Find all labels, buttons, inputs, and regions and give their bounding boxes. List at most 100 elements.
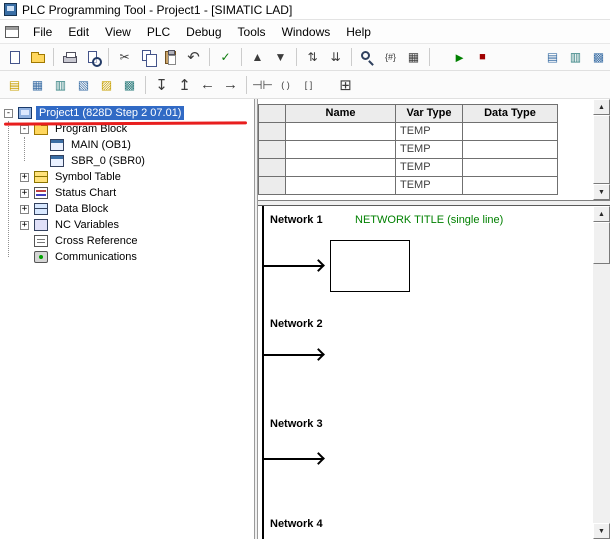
compile-icon[interactable]: ✓ — [214, 46, 237, 68]
cut-icon[interactable]: ✂ — [113, 46, 136, 68]
navigate-down-icon[interactable]: ↧ — [150, 74, 173, 96]
navigate-up-icon[interactable]: ↥ — [173, 74, 196, 96]
symbol-table-icon[interactable]: ▦ — [26, 74, 49, 96]
paste-icon[interactable] — [159, 46, 182, 68]
menu-debug[interactable]: Debug — [178, 22, 229, 42]
fbd-view-icon[interactable]: ▩ — [587, 46, 610, 68]
menu-tools[interactable]: Tools — [230, 22, 274, 42]
system-block-icon[interactable]: ▨ — [95, 74, 118, 96]
stl-view-icon[interactable]: ▥ — [564, 46, 587, 68]
print-glyph — [63, 56, 77, 63]
row-header-cell[interactable] — [259, 123, 286, 141]
mdi-child-icon[interactable] — [5, 26, 19, 38]
row-header-cell[interactable] — [259, 177, 286, 195]
sort-descending-icon[interactable]: ⇊ — [324, 46, 347, 68]
ladder-canvas[interactable]: Network 1 NETWORK TITLE (single line) Ne… — [258, 206, 593, 539]
copy-icon[interactable] — [136, 46, 159, 68]
menu-plc[interactable]: PLC — [139, 22, 178, 42]
address-table-icon[interactable]: ▦ — [402, 46, 425, 68]
constants-icon[interactable]: {#} — [379, 46, 402, 68]
name-cell[interactable] — [286, 141, 396, 159]
grid-icon[interactable]: ⊞ — [334, 74, 357, 96]
scrollbar-thumb[interactable] — [593, 115, 610, 184]
data-type-cell[interactable] — [463, 123, 558, 141]
ladder-scrollbar[interactable]: ▲ ▼ — [593, 206, 610, 539]
name-cell[interactable] — [286, 159, 396, 177]
run-icon[interactable]: ► — [448, 46, 471, 68]
menu-help[interactable]: Help — [338, 22, 379, 42]
expand-icon[interactable]: + — [20, 205, 29, 214]
upload-icon[interactable]: ▲ — [246, 46, 269, 68]
scroll-up-icon[interactable]: ▲ — [593, 99, 610, 115]
navigate-right-icon[interactable]: → — [219, 74, 242, 96]
menu-file[interactable]: File — [25, 22, 60, 42]
var-type-cell[interactable]: TEMP — [396, 177, 463, 195]
expand-icon[interactable]: + — [20, 189, 29, 198]
var-type-cell[interactable]: TEMP — [396, 141, 463, 159]
menu-view[interactable]: View — [97, 22, 139, 42]
row-header-cell[interactable] — [259, 159, 286, 177]
menu-bar: File Edit View PLC Debug Tools Windows H… — [0, 20, 610, 44]
scrollbar-thumb[interactable] — [593, 222, 610, 264]
tree-item-project1[interactable]: - Project1 (828D Step 2 07.01) — [0, 105, 254, 121]
sort-ascending-icon[interactable]: ⇅ — [301, 46, 324, 68]
download-icon[interactable]: ▼ — [269, 46, 292, 68]
data-type-cell[interactable] — [463, 141, 558, 159]
undo-icon[interactable]: ↶ — [182, 46, 205, 68]
app-icon[interactable] — [4, 3, 17, 16]
scrollbar-track[interactable] — [593, 264, 610, 523]
data-type-cell[interactable] — [463, 159, 558, 177]
scroll-down-icon[interactable]: ▼ — [593, 523, 610, 539]
print-icon[interactable] — [58, 46, 81, 68]
tree-item-communications[interactable]: Communications — [0, 249, 254, 265]
project-tree-panel: - Project1 (828D Step 2 07.01) - Program… — [0, 99, 254, 539]
network-4-label[interactable]: Network 4 — [270, 518, 323, 530]
tree-item-data-block[interactable]: + Data Block — [0, 201, 254, 217]
ladder-cursor-box[interactable] — [330, 240, 410, 292]
navigate-left-icon[interactable]: ← — [196, 74, 219, 96]
contact-icon[interactable]: ⊣⊢ — [251, 74, 274, 96]
network-2-label[interactable]: Network 2 — [270, 318, 323, 330]
program-block-icon[interactable]: ▤ — [3, 74, 26, 96]
data-block-icon[interactable]: ▧ — [72, 74, 95, 96]
status-chart-icon[interactable]: ▥ — [49, 74, 72, 96]
print-preview-icon[interactable] — [81, 46, 104, 68]
tree-item-status-chart[interactable]: + Status Chart — [0, 185, 254, 201]
network-1-label[interactable]: Network 1 — [270, 214, 323, 226]
cross-reference-icon — [34, 235, 48, 247]
row-header-cell[interactable] — [259, 141, 286, 159]
var-type-cell[interactable]: TEMP — [396, 123, 463, 141]
tree-item-nc-variables[interactable]: + NC Variables — [0, 217, 254, 233]
tree-item-main-ob1[interactable]: MAIN (OB1) — [0, 137, 254, 153]
var-type-cell[interactable]: TEMP — [396, 159, 463, 177]
scroll-down-icon[interactable]: ▼ — [593, 184, 610, 200]
name-cell[interactable] — [286, 123, 396, 141]
open-file-icon[interactable] — [26, 46, 49, 68]
tree-item-symbol-table[interactable]: + Symbol Table — [0, 169, 254, 185]
network-1-title[interactable]: NETWORK TITLE (single line) — [355, 214, 503, 226]
new-file-icon[interactable] — [3, 46, 26, 68]
cross-reference-icon[interactable]: ▩ — [118, 74, 141, 96]
function-box-icon[interactable]: [ ] — [297, 74, 320, 96]
app-window: PLC Programming Tool - Project1 - [SIMAT… — [0, 0, 610, 539]
scroll-up-icon[interactable]: ▲ — [593, 206, 610, 222]
find-icon[interactable] — [356, 46, 379, 68]
coil-icon[interactable]: ( ) — [274, 74, 297, 96]
stop-icon[interactable]: ■ — [471, 46, 494, 68]
expand-icon[interactable]: + — [20, 173, 29, 182]
tree-item-cross-reference[interactable]: Cross Reference — [0, 233, 254, 249]
menu-edit[interactable]: Edit — [60, 22, 97, 42]
table-row: TEMP — [259, 177, 558, 195]
network-3-label[interactable]: Network 3 — [270, 418, 323, 430]
table-scrollbar[interactable]: ▲ ▼ — [593, 99, 610, 200]
ladder-view-icon[interactable]: ▤ — [541, 46, 564, 68]
expand-icon[interactable]: + — [20, 221, 29, 230]
data-type-cell[interactable] — [463, 177, 558, 195]
menu-windows[interactable]: Windows — [274, 22, 339, 42]
nc-variables-icon — [34, 219, 48, 231]
tree-item-sbr0[interactable]: SBR_0 (SBR0) — [0, 153, 254, 169]
name-cell[interactable] — [286, 177, 396, 195]
collapse-icon[interactable]: - — [4, 109, 13, 118]
toolbar-separator — [351, 48, 352, 66]
collapse-icon[interactable]: - — [20, 125, 29, 134]
